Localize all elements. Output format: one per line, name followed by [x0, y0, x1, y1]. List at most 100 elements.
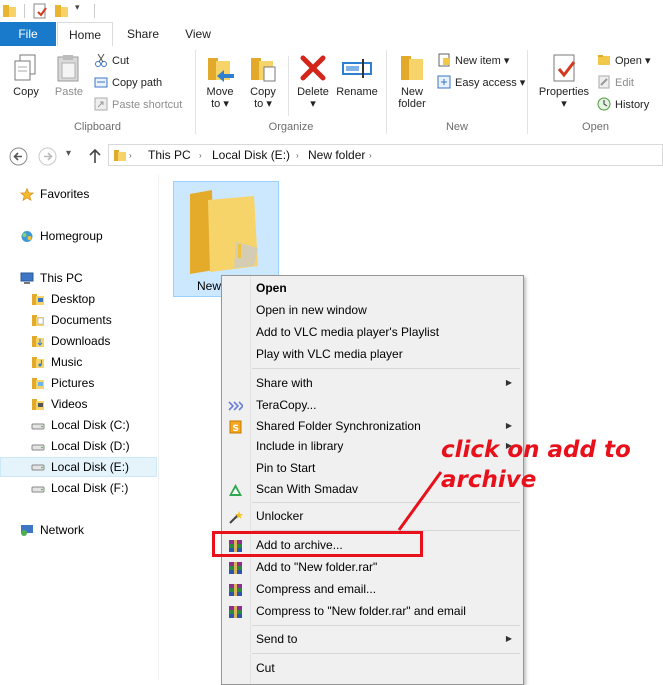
forward-icon[interactable] [38, 147, 57, 166]
open-button[interactable]: Open ▾ [597, 51, 651, 71]
folder-icon [114, 150, 126, 161]
menu-item-teracopy[interactable]: TeraCopy... [222, 394, 523, 416]
tab-file[interactable]: File [0, 22, 56, 46]
edit-label: Edit [615, 77, 634, 89]
menu-item-compress-rar-email[interactable]: Compress to "New folder.rar" and email [222, 600, 523, 622]
drive-icon [31, 418, 45, 431]
breadcrumb-chevron-icon[interactable]: › [129, 145, 132, 167]
new-item-button[interactable]: New item ▾ [437, 51, 509, 71]
clipboard-group-label: Clipboard [73, 121, 122, 133]
nav-pictures[interactable]: Pictures [31, 373, 94, 393]
nav-documents[interactable]: Documents [31, 310, 112, 330]
organize-group-label: Organize [268, 121, 314, 133]
nav-local-disk-f[interactable]: Local Disk (F:) [31, 478, 128, 498]
divider [24, 4, 25, 18]
submenu-arrow-icon: ▶ [505, 634, 512, 643]
star-icon [19, 187, 35, 202]
easy-access-button[interactable]: Easy access ▾ [437, 73, 525, 93]
submenu-arrow-icon: ▶ [505, 421, 512, 430]
easy-access-label: Easy access ▾ [455, 77, 526, 89]
title-bar: ▾ [0, 0, 663, 22]
new-folder-button[interactable]: New folder [391, 50, 433, 110]
nav-network[interactable]: Network [20, 520, 84, 540]
folder-name-label: New [197, 279, 222, 293]
up-arrow-icon[interactable] [88, 148, 102, 164]
menu-item-shared-folder-sync[interactable]: S Shared Folder Synchronization ▶ [222, 415, 523, 437]
scissors-icon [94, 53, 108, 68]
tab-share[interactable]: Share [117, 22, 169, 46]
menu-item-unlocker[interactable]: Unlocker [222, 505, 523, 527]
menu-item-compress-email[interactable]: Compress and email... [222, 578, 523, 600]
documents-folder-icon [31, 313, 45, 327]
address-bar[interactable]: › This PC › Local Disk (E:) › New folder… [108, 144, 663, 166]
history-button[interactable]: History [597, 95, 649, 115]
breadcrumb-local-disk-e[interactable]: Local Disk (E:) [212, 145, 290, 167]
folder-icon[interactable] [2, 3, 18, 19]
breadcrumb-chevron-icon[interactable]: › [369, 145, 372, 167]
recent-locations-icon[interactable]: ▾ [66, 148, 71, 159]
homegroup-icon [20, 229, 34, 243]
nav-local-disk-c[interactable]: Local Disk (C:) [31, 415, 130, 435]
delete-button[interactable]: Delete ▾ [293, 50, 333, 110]
nav-local-disk-e[interactable]: Local Disk (E:) [0, 457, 157, 477]
history-label: History [615, 99, 650, 111]
nav-local-disk-d[interactable]: Local Disk (D:) [31, 436, 130, 456]
copy-button[interactable]: Copy [6, 50, 46, 98]
ribbon: Copy Paste Cut Copy path Paste shortcut … [0, 46, 663, 139]
new-folder-label-2: folder [398, 98, 426, 110]
tab-view[interactable]: View [172, 22, 224, 46]
rename-icon [341, 52, 373, 84]
paste-icon [53, 52, 85, 84]
nav-homegroup[interactable]: Homegroup [20, 226, 103, 246]
music-folder-icon [31, 355, 45, 369]
downloads-folder-icon [31, 334, 45, 348]
breadcrumb-chevron-icon[interactable]: › [296, 145, 299, 167]
nav-desktop[interactable]: Desktop [31, 289, 95, 309]
menu-item-send-to[interactable]: Send to ▶ [222, 628, 523, 650]
nav-music[interactable]: Music [31, 352, 82, 372]
edit-button[interactable]: Edit [597, 73, 634, 93]
annotation-text: click on add to archive [441, 435, 663, 495]
nav-downloads[interactable]: Downloads [31, 331, 110, 351]
properties-quick-icon[interactable] [32, 3, 48, 19]
open-label: Open ▾ [615, 55, 651, 67]
cut-button[interactable]: Cut [94, 51, 129, 71]
new-folder-quick-icon[interactable] [54, 3, 70, 19]
breadcrumb-chevron-icon[interactable]: › [199, 145, 202, 167]
easy-access-icon [437, 75, 451, 89]
rename-button[interactable]: Rename [334, 50, 380, 98]
paste-shortcut-button[interactable]: Paste shortcut [94, 95, 182, 115]
menu-item-vlc-playlist[interactable]: Add to VLC media player's Playlist [222, 321, 523, 343]
copy-to-label-2: to ▾ [254, 98, 272, 110]
menu-item-vlc-play[interactable]: Play with VLC media player [222, 343, 523, 365]
pictures-folder-icon [31, 376, 45, 390]
breadcrumb-this-pc[interactable]: This PC [148, 145, 191, 167]
nav-network-label: Network [40, 523, 85, 537]
annotation-highlight-box [212, 531, 423, 557]
winrar-icon [228, 560, 243, 574]
magic-wand-icon [228, 509, 243, 524]
smadav-icon [228, 482, 243, 496]
nav-this-pc[interactable]: This PC [20, 268, 83, 288]
new-folder-icon [396, 52, 428, 84]
copy-to-button[interactable]: Copy to ▾ [243, 50, 283, 110]
quick-access-dropdown-icon[interactable]: ▾ [75, 2, 80, 13]
copy-icon [10, 52, 42, 84]
menu-item-open-new-window[interactable]: Open in new window [222, 299, 523, 321]
menu-item-add-to-rar[interactable]: Add to "New folder.rar" [222, 556, 523, 578]
breadcrumb-new-folder[interactable]: New folder [308, 145, 365, 167]
menu-item-cut[interactable]: Cut [222, 657, 523, 679]
annotation-line-2: archive [441, 467, 537, 493]
annotation-line-1: click on add to [441, 437, 631, 463]
menu-item-share-with[interactable]: Share with ▶ [222, 372, 523, 394]
move-to-button[interactable]: Move to ▾ [200, 50, 240, 110]
paste-button[interactable]: Paste [49, 50, 89, 98]
back-icon[interactable] [9, 147, 28, 166]
tab-home[interactable]: Home [57, 22, 113, 47]
properties-button[interactable]: Properties ▾ [534, 50, 594, 110]
nav-favorites[interactable]: Favorites [19, 184, 89, 204]
menu-item-open[interactable]: Open [222, 277, 523, 299]
nav-videos[interactable]: Videos [31, 394, 87, 414]
copy-path-button[interactable]: Copy path [94, 73, 162, 93]
sync-icon: S [228, 419, 243, 434]
